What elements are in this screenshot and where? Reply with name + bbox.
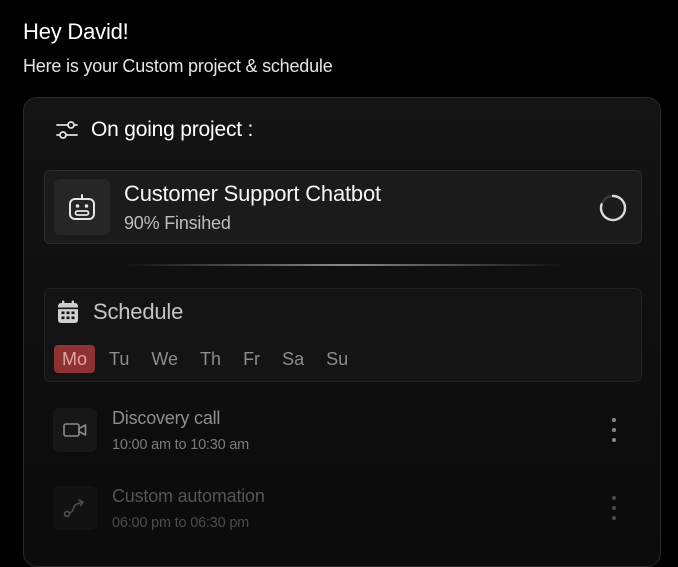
ongoing-project-header: On going project : [56,118,253,142]
schedule-event[interactable]: Custom automation 06:00 pm to 06:30 pm [44,480,642,540]
day-tab-su[interactable]: Su [318,345,356,373]
schedule-panel: Schedule Mo Tu We Th Fr Sa Su [44,288,642,382]
schedule-event[interactable]: Discovery call 10:00 am to 10:30 am [44,402,642,462]
day-tab-sa[interactable]: Sa [274,345,312,373]
event-time: 06:00 pm to 06:30 pm [112,515,250,531]
day-tab-th[interactable]: Th [192,345,229,373]
video-camera-icon [63,423,87,437]
day-tab-we[interactable]: We [143,345,186,373]
greeting-subtitle: Here is your Custom project & schedule [23,56,333,76]
event-icon-box [53,486,97,530]
more-options-icon[interactable] [610,494,618,522]
more-options-icon[interactable] [610,416,618,444]
robot-icon [69,194,95,220]
sliders-icon [56,121,78,139]
day-selector: Mo Tu We Th Fr Sa Su [54,345,362,373]
project-card[interactable]: Customer Support Chatbot 90% Finsihed [44,170,642,244]
calendar-icon [58,300,78,323]
event-title: Discovery call [112,408,221,428]
project-icon-box [54,179,110,235]
day-tab-mo[interactable]: Mo [54,345,96,373]
route-icon [63,499,84,518]
greeting-title: Hey David! [23,19,129,44]
project-progress: 90% Finsihed [124,213,231,233]
schedule-header: Schedule [57,299,183,325]
ongoing-project-title: On going project : [91,118,254,141]
event-icon-box [53,408,97,452]
event-title: Custom automation [112,486,265,506]
project-schedule-card: On going project : Customer Support Chat… [23,97,661,567]
day-tab-fr[interactable]: Fr [235,345,268,373]
loading-spinner-icon [599,194,627,222]
section-divider [124,264,564,266]
schedule-title: Schedule [93,299,184,324]
project-name: Customer Support Chatbot [124,181,381,206]
event-time: 10:00 am to 10:30 am [112,437,250,453]
day-tab-tu[interactable]: Tu [101,345,137,373]
